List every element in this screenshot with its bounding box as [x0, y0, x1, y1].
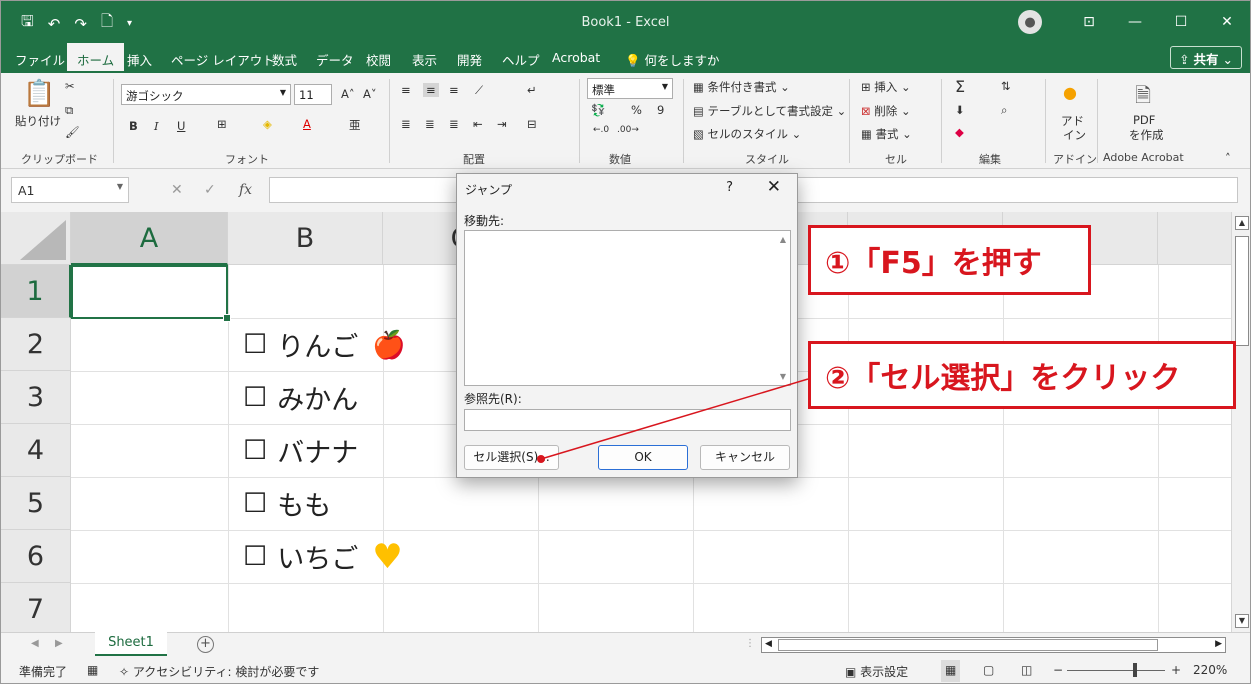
arrow-dot	[537, 455, 545, 463]
excel-window: 🖫 ↶ ↷ 🗋 ▾ Book1 - Excel ● ⊡ — ☐ ✕ ファイル ホ…	[0, 0, 1251, 684]
arrow-line	[540, 378, 809, 460]
annotation-arrow	[537, 378, 809, 463]
